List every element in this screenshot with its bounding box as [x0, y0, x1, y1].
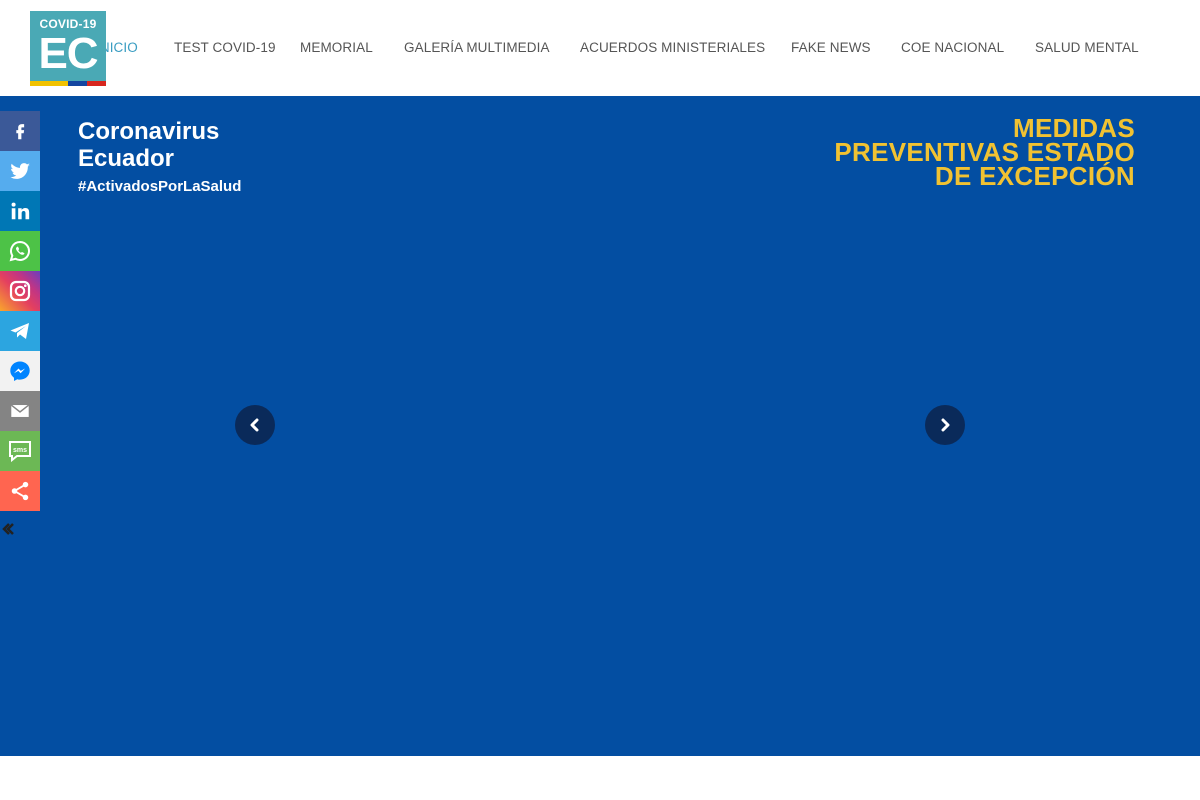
- hero-title-line3: DE EXCEPCIÓN: [934, 161, 1135, 191]
- chevron-right-icon: [941, 418, 950, 432]
- share-icon: [11, 481, 29, 501]
- share-twitter-button[interactable]: [0, 151, 40, 191]
- nav-item-acuerdos[interactable]: Acuerdos Ministeriales: [580, 40, 765, 55]
- email-icon: [10, 404, 30, 417]
- brand-line2: Ecuador: [78, 145, 175, 172]
- chevron-left-icon: [250, 418, 259, 432]
- hero-slider: Coronavirus Ecuador #ActivadosPorLaSalud…: [0, 96, 1200, 756]
- logo-stripe-blue: [68, 81, 87, 86]
- nav-item-salud-mental[interactable]: Salud Mental: [1035, 40, 1139, 55]
- nav-item-test-covid[interactable]: Test COVID-19: [174, 40, 276, 55]
- share-more-button[interactable]: [0, 471, 40, 511]
- share-whatsapp-button[interactable]: [0, 231, 40, 271]
- share-linkedin-button[interactable]: [0, 191, 40, 231]
- share-email-button[interactable]: [0, 391, 40, 431]
- page-bottom-area: [0, 756, 1200, 800]
- slider-prev-button[interactable]: [235, 405, 275, 445]
- social-share-bar: sms: [0, 111, 40, 511]
- share-messenger-button[interactable]: [0, 351, 40, 391]
- share-facebook-button[interactable]: [0, 111, 40, 151]
- brand-hashtag: #ActivadosPorLaSalud: [78, 178, 242, 195]
- nav-item-memorial[interactable]: Memorial: [300, 40, 373, 55]
- share-telegram-button[interactable]: [0, 311, 40, 351]
- site-logo[interactable]: COVID-19 EC: [30, 11, 106, 86]
- hero-brand: Coronavirus Ecuador #ActivadosPorLaSalud: [78, 118, 241, 195]
- nav-item-coe[interactable]: COE Nacional: [901, 40, 1004, 55]
- messenger-icon: [10, 361, 30, 381]
- logo-line2: EC: [38, 29, 98, 78]
- logo-stripe-yellow: [30, 81, 68, 86]
- logo-stripe-red: [87, 81, 106, 86]
- facebook-icon: [16, 124, 25, 140]
- share-sms-button[interactable]: sms: [0, 431, 40, 471]
- site-header: Inicio Test COVID-19 Memorial Galería Mu…: [0, 0, 1200, 96]
- svg-text:sms: sms: [13, 447, 27, 454]
- chevron-left-icon: [2, 523, 14, 535]
- nav-item-fake-news[interactable]: Fake News: [791, 40, 871, 55]
- linkedin-icon: [11, 202, 30, 220]
- instagram-icon: [9, 280, 31, 302]
- hero-title: MEDIDAS PREVENTIVAS ESTADO DE EXCEPCIÓN: [834, 115, 1135, 191]
- telegram-icon: [10, 323, 29, 339]
- slider-next-button[interactable]: [925, 405, 965, 445]
- nav-item-galeria[interactable]: Galería Multimedia: [404, 40, 550, 55]
- brand-line1: Coronavirus: [78, 118, 220, 145]
- hide-share-bar-button[interactable]: [2, 522, 14, 535]
- share-instagram-button[interactable]: [0, 271, 40, 311]
- sms-icon: sms: [9, 441, 31, 463]
- twitter-icon: [10, 163, 30, 179]
- whatsapp-icon: [9, 240, 30, 262]
